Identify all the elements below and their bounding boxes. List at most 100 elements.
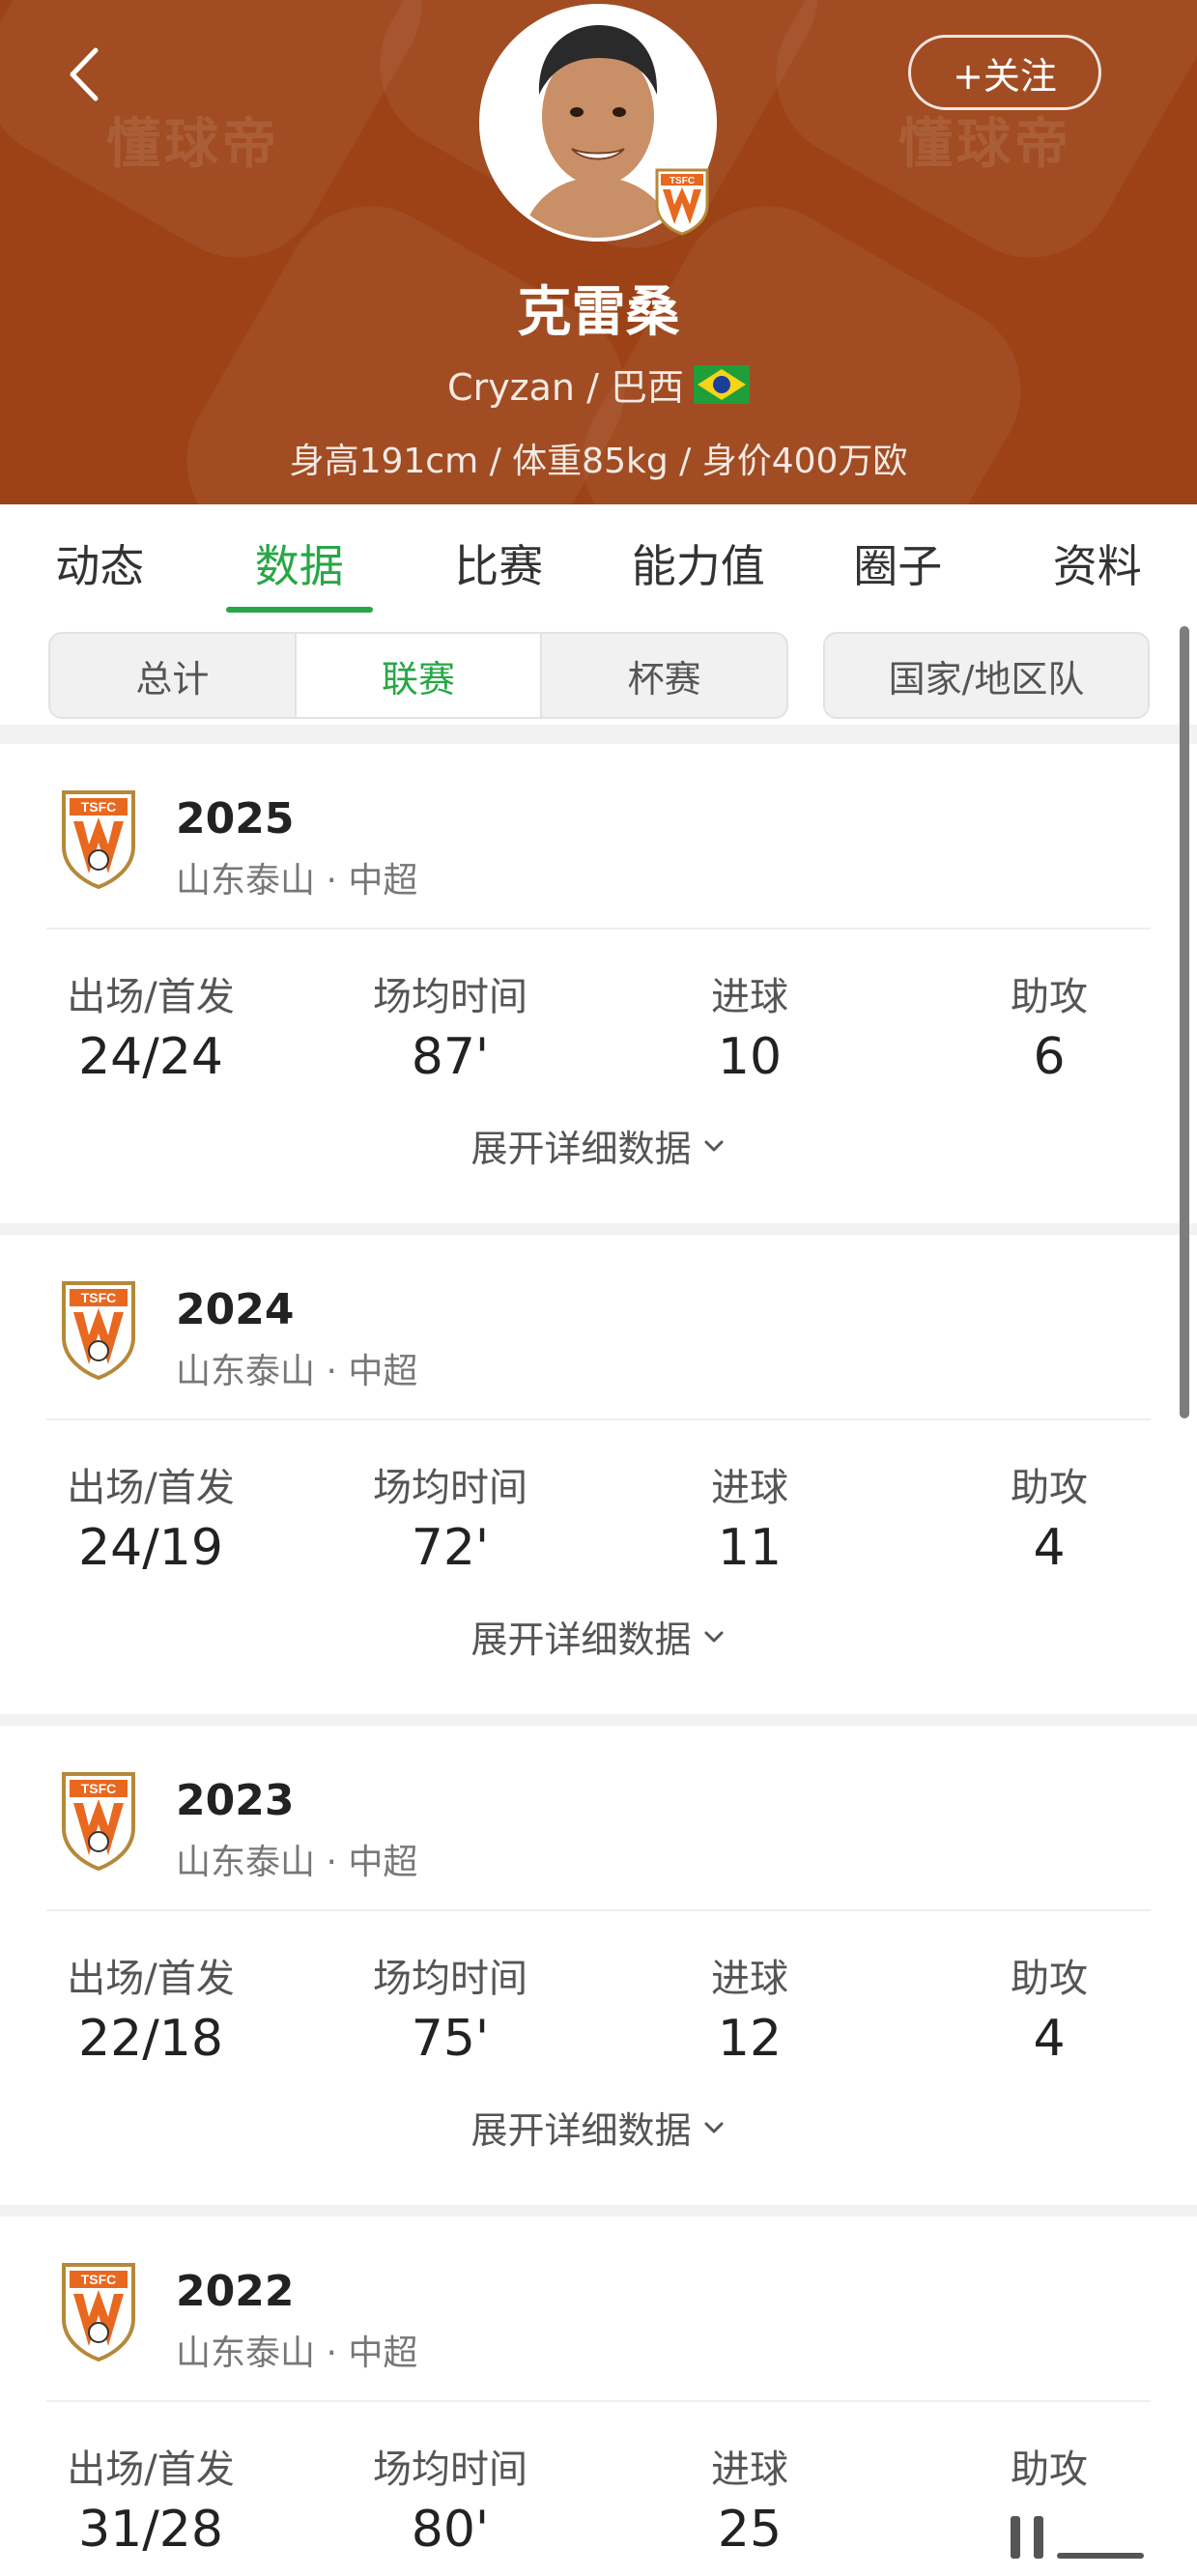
- stat-value: 31/28: [78, 2501, 223, 2559]
- stat-label: 助攻: [1011, 1957, 1088, 2001]
- tsfc-badge-icon: TSFC: [655, 168, 709, 236]
- segment-national-team[interactable]: 国家/地区队: [823, 632, 1150, 719]
- stat-label: 进球: [711, 1466, 788, 1510]
- card-divider: [46, 928, 1151, 930]
- stat-value: 24/24: [78, 1028, 223, 1086]
- tab-profile[interactable]: 资料: [998, 504, 1197, 622]
- stat-minutes: 场均时间 80': [325, 2445, 576, 2564]
- player-header: 懂球帝 懂球帝 +关注 TSFC 克雷桑 Cryzan / 巴西 身高191cm…: [0, 0, 1197, 504]
- segment-total[interactable]: 总计: [50, 634, 297, 717]
- stat-label: 助攻: [1011, 2447, 1088, 2492]
- tsfc-badge-icon: TSFC: [62, 790, 135, 890]
- stat-minutes: 场均时间 75': [325, 1954, 576, 2074]
- stat-apps: 出场/首发 22/18: [25, 1954, 276, 2074]
- chevron-down-icon: [704, 1140, 723, 1151]
- segment-league[interactable]: 联赛: [296, 634, 543, 717]
- stat-minutes: 场均时间 72': [325, 1463, 576, 1583]
- stat-label: 出场/首发: [67, 2447, 235, 2492]
- chevron-down-icon: [704, 2122, 723, 2132]
- season-league: 山东泰山 · 中超: [176, 1352, 418, 1391]
- stat-apps: 出场/首发 31/28: [25, 2445, 276, 2564]
- stat-label: 场均时间: [373, 975, 527, 1019]
- stat-value: 4: [1033, 1519, 1066, 1577]
- svg-text:TSFC: TSFC: [81, 1781, 117, 1796]
- expand-label: 展开详细数据: [470, 1618, 692, 1661]
- tsfc-badge-icon: TSFC: [62, 2263, 135, 2362]
- stat-value: 4: [1033, 2010, 1066, 2068]
- stat-assists: 助攻 6: [924, 972, 1175, 1092]
- stat-value: 80': [411, 2501, 490, 2559]
- card-divider: [46, 1909, 1151, 1911]
- stat-label: 进球: [711, 2447, 788, 2492]
- scrollbar[interactable]: [1180, 626, 1189, 1418]
- stat-label: 出场/首发: [67, 1957, 235, 2001]
- stat-assists: 助攻: [924, 2445, 1175, 2495]
- stat-value: 22/18: [78, 2010, 223, 2068]
- tab-matches[interactable]: 比赛: [399, 504, 599, 622]
- season-year: 2024: [176, 1285, 295, 1334]
- watermark-left: 懂球帝: [106, 113, 280, 176]
- season-year: 2023: [176, 1776, 295, 1825]
- nav-indicator-bar: [1057, 2553, 1144, 2559]
- season-year: 2022: [176, 2267, 295, 2316]
- stat-label: 出场/首发: [67, 1466, 235, 1510]
- season-card: TSFC 2025 山东泰山 · 中超 出场/首发 24/24 场均时间 87'…: [0, 744, 1197, 1223]
- card-divider: [46, 1418, 1151, 1420]
- stat-apps: 出场/首发 24/24: [25, 972, 276, 1092]
- stat-goals: 进球 25: [624, 2445, 875, 2564]
- stat-value: 12: [717, 2010, 783, 2068]
- follow-button[interactable]: +关注: [908, 35, 1101, 110]
- profile-tabs: 动态 数据 比赛 能力值 圈子 资料: [0, 504, 1197, 622]
- competition-filter: 总计 联赛 杯赛 国家/地区队: [0, 622, 1197, 725]
- tab-circle[interactable]: 圈子: [798, 504, 998, 622]
- chevron-down-icon: [704, 1631, 723, 1642]
- stat-value: 6: [1033, 1028, 1066, 1086]
- expand-label: 展开详细数据: [470, 1128, 692, 1170]
- stat-assists: 助攻 4: [924, 1954, 1175, 2074]
- competition-segment-group: 总计 联赛 杯赛: [48, 632, 788, 719]
- system-nav-indicator: [1011, 2516, 1144, 2559]
- nav-indicator-bar: [1011, 2516, 1020, 2559]
- stat-value: 72': [411, 1519, 490, 1577]
- season-card: TSFC 2024 山东泰山 · 中超 出场/首发 24/19 场均时间 72'…: [0, 1235, 1197, 1714]
- chevron-left-icon: [70, 47, 99, 101]
- tab-data[interactable]: 数据: [200, 504, 400, 622]
- season-league: 山东泰山 · 中超: [176, 861, 418, 901]
- player-name: 克雷桑: [517, 281, 680, 344]
- player-subtitle: Cryzan / 巴西: [0, 358, 1197, 411]
- stat-value: 10: [717, 1028, 783, 1086]
- brazil-flag-icon: [693, 364, 750, 404]
- back-button[interactable]: [60, 43, 106, 106]
- stat-value: 75': [411, 2010, 490, 2068]
- stat-minutes: 场均时间 87': [325, 972, 576, 1092]
- stat-value: 87': [411, 1028, 490, 1086]
- tab-ability[interactable]: 能力值: [599, 504, 799, 622]
- stat-value: 25: [717, 2501, 783, 2559]
- tsfc-badge-icon: TSFC: [62, 1281, 135, 1381]
- expand-details-button[interactable]: 展开详细数据: [0, 2101, 1197, 2154]
- segment-cup[interactable]: 杯赛: [542, 634, 786, 717]
- season-year: 2025: [176, 794, 295, 844]
- stat-label: 场均时间: [373, 1957, 527, 2001]
- stat-value: 11: [717, 1519, 783, 1577]
- expand-details-button[interactable]: 展开详细数据: [0, 1119, 1197, 1172]
- stat-goals: 进球 10: [624, 972, 875, 1092]
- season-card: TSFC 2023 山东泰山 · 中超 出场/首发 22/18 场均时间 75'…: [0, 1726, 1197, 2205]
- svg-text:TSFC: TSFC: [81, 2272, 117, 2287]
- stat-goals: 进球 11: [624, 1463, 875, 1583]
- season-league: 山东泰山 · 中超: [176, 2333, 418, 2373]
- expand-details-button[interactable]: 展开详细数据: [0, 1610, 1197, 1663]
- nav-indicator-bar: [1034, 2516, 1043, 2559]
- stat-assists: 助攻 4: [924, 1463, 1175, 1583]
- stat-label: 出场/首发: [67, 975, 235, 1019]
- stat-label: 场均时间: [373, 2447, 527, 2492]
- tab-dynamics[interactable]: 动态: [0, 504, 200, 622]
- stat-apps: 出场/首发 24/19: [25, 1463, 276, 1583]
- player-body-info: 身高191cm / 体重85kg / 身价400万欧: [289, 442, 908, 481]
- stat-label: 进球: [711, 1957, 788, 2001]
- stat-goals: 进球 12: [624, 1954, 875, 2074]
- svg-text:TSFC: TSFC: [81, 1290, 117, 1305]
- season-league: 山东泰山 · 中超: [176, 1843, 418, 1882]
- expand-label: 展开详细数据: [470, 2109, 692, 2152]
- svg-text:TSFC: TSFC: [81, 799, 117, 815]
